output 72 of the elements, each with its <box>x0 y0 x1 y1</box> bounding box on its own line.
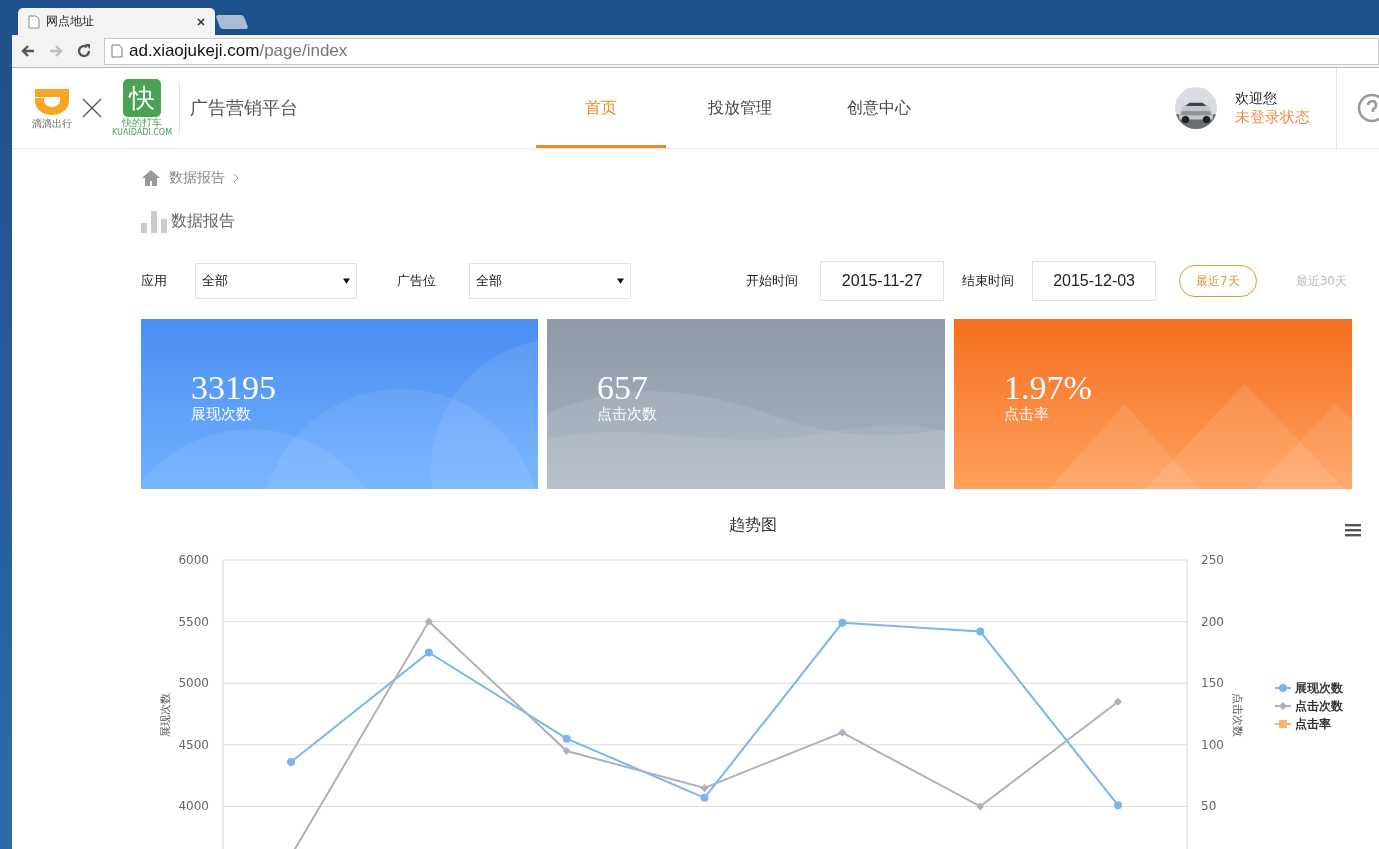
browser-tab[interactable]: 网点地址 <box>18 8 215 35</box>
data-point <box>424 648 433 657</box>
data-point <box>976 802 985 811</box>
app-select[interactable]: 全部 <box>195 263 357 299</box>
cross-icon <box>82 98 102 118</box>
greeting-text: 欢迎您 <box>1235 89 1278 108</box>
reload-icon[interactable] <box>76 43 92 59</box>
axis-tick-label: 5500 <box>178 614 209 629</box>
new-tab-button[interactable] <box>215 15 249 29</box>
legend-marker <box>1274 720 1292 728</box>
back-icon[interactable] <box>20 43 36 59</box>
axis-tick-label: 5000 <box>178 676 209 691</box>
data-point <box>838 618 847 627</box>
bar-chart-icon <box>141 211 167 233</box>
platform-title: 广告营销平台 <box>190 96 299 120</box>
field-label: 应用 <box>141 272 168 290</box>
data-point <box>424 617 433 626</box>
axis-tick-label: 4500 <box>178 737 209 752</box>
home-icon[interactable] <box>141 169 161 187</box>
data-point <box>838 728 847 737</box>
data-point <box>700 793 709 802</box>
logo-text: KUAIDADI.COM <box>112 128 173 137</box>
nav-tab[interactable]: 投放管理 <box>675 68 805 148</box>
logo-icon: 快 <box>123 79 162 117</box>
data-point <box>562 746 571 755</box>
nav-tab[interactable]: 创意中心 <box>814 68 944 148</box>
address-bar[interactable]: ad.xiaojukeji.com/page/index <box>104 37 1379 65</box>
axis-tick-label: 250 <box>1201 553 1224 567</box>
axis-title: 点击次数 <box>1231 693 1244 737</box>
stat-value: 1.97% <box>1004 371 1093 405</box>
stat-value: 657 <box>597 371 649 405</box>
legend-item[interactable]: 点击次数 <box>1295 699 1343 713</box>
axis-tick-label: 6000 <box>178 553 209 567</box>
axis-tick-label: 150 <box>1201 676 1224 691</box>
caret-icon <box>617 278 624 284</box>
menu-icon[interactable] <box>1345 523 1361 537</box>
data-point <box>976 627 985 636</box>
legend-marker <box>1274 684 1292 692</box>
logo-text: 快的打车 <box>122 117 163 128</box>
page-icon <box>28 14 40 29</box>
data-point <box>1114 801 1122 810</box>
data-point <box>700 783 709 792</box>
legend-marker <box>1274 702 1292 710</box>
axis-title: 展现次数 <box>159 693 172 737</box>
data-point <box>287 758 295 767</box>
stat-label: 展现次数 <box>191 405 252 424</box>
ad-slot-select[interactable]: 全部 <box>469 263 631 299</box>
field-label: 结束时间 <box>962 272 1015 290</box>
axis-tick-label: 100 <box>1201 737 1224 752</box>
legend-item[interactable]: 点击率 <box>1295 717 1331 731</box>
help-icon[interactable] <box>1357 93 1379 123</box>
field-label: 广告位 <box>397 272 437 290</box>
data-point <box>1114 697 1122 706</box>
close-icon[interactable] <box>197 17 205 26</box>
breadcrumb-link[interactable]: 数据报告 <box>169 169 225 187</box>
axis-tick-label: 4000 <box>178 799 209 814</box>
page-icon <box>111 44 123 58</box>
stat-label: 点击率 <box>1004 405 1050 424</box>
page-title: 数据报告 <box>171 210 235 232</box>
field-label: 开始时间 <box>746 272 799 290</box>
data-point <box>562 734 571 743</box>
legend-item[interactable]: 展现次数 <box>1295 681 1343 695</box>
logo-text: 滴滴出行 <box>32 117 72 131</box>
axis-tick-label: 200 <box>1201 614 1224 629</box>
end-date-field[interactable]: 2015-12-03 <box>1032 261 1157 301</box>
caret-icon <box>343 278 350 284</box>
stat-value: 33195 <box>191 371 277 405</box>
start-date-field[interactable]: 2015-11-27 <box>820 261 945 301</box>
chart-title: 趋势图 <box>728 515 777 536</box>
axis-tick-label: 50 <box>1201 799 1217 814</box>
stat-label: 点击次数 <box>597 405 658 424</box>
chevron-icon <box>233 173 239 183</box>
